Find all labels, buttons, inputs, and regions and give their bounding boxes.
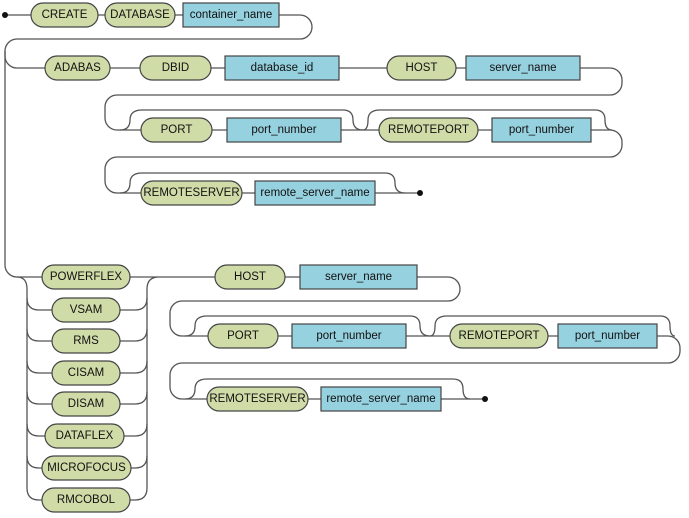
nonterminal-server-name-2: server_name <box>299 264 418 290</box>
terminal-dataflex: DATAFLEX <box>44 423 125 449</box>
nonterminal-remote-server-name: remote_server_name <box>254 180 376 206</box>
terminal-remoteport-2: REMOTEPORT <box>449 323 549 349</box>
svg-text:port_number: port_number <box>509 124 574 136</box>
syntax-diagram: CREATE DATABASE container_name ADABAS DB… <box>2 2 681 513</box>
terminal-disam: DISAM <box>51 391 121 417</box>
svg-text:HOST: HOST <box>406 62 438 74</box>
terminal-vsam: VSAM <box>51 297 121 323</box>
terminal-dbid: DBID <box>139 55 212 81</box>
terminal-remoteserver-2: REMOTESERVER <box>206 386 309 412</box>
svg-text:POWERFLEX: POWERFLEX <box>50 271 123 283</box>
terminal-rms: RMS <box>51 328 121 354</box>
svg-text:DATAFLEX: DATAFLEX <box>56 430 114 442</box>
svg-text:port_number: port_number <box>251 124 316 136</box>
nonterminal-port-number-2: port_number <box>291 323 407 349</box>
svg-text:REMOTEPORT: REMOTEPORT <box>388 124 469 136</box>
end-dot-icon <box>482 396 488 402</box>
terminal-port: PORT <box>140 117 213 143</box>
svg-text:remote_server_name: remote_server_name <box>326 393 435 405</box>
end-dot-icon <box>417 190 423 196</box>
svg-text:database_id: database_id <box>251 62 314 74</box>
terminal-adabas: ADABAS <box>44 55 111 81</box>
svg-text:PORT: PORT <box>227 330 259 342</box>
svg-text:server_name: server_name <box>325 271 392 283</box>
svg-text:RMCOBOL: RMCOBOL <box>57 494 116 506</box>
svg-text:RMS: RMS <box>73 335 99 347</box>
start-dot-icon <box>2 12 8 18</box>
svg-text:VSAM: VSAM <box>70 304 103 316</box>
terminal-remoteport: REMOTEPORT <box>378 117 479 143</box>
svg-text:port_number: port_number <box>575 330 640 342</box>
nonterminal-remoteport-number-2: port_number <box>557 323 658 349</box>
svg-text:server_name: server_name <box>489 62 556 74</box>
svg-text:CISAM: CISAM <box>68 367 104 379</box>
nonterminal-container-name: container_name <box>182 2 280 28</box>
terminal-database: DATABASE <box>104 2 176 28</box>
terminal-rmcobol: RMCOBOL <box>41 487 131 513</box>
svg-text:REMOTESERVER: REMOTESERVER <box>143 187 239 199</box>
svg-text:DBID: DBID <box>162 62 189 74</box>
terminal-port-2: PORT <box>207 323 279 349</box>
svg-text:DISAM: DISAM <box>68 398 104 410</box>
nonterminal-remote-server-name-2: remote_server_name <box>320 386 442 412</box>
svg-text:HOST: HOST <box>234 271 266 283</box>
svg-text:PORT: PORT <box>161 124 193 136</box>
svg-text:DATABASE: DATABASE <box>110 9 170 21</box>
terminal-create: CREATE <box>30 2 99 28</box>
nonterminal-port-number: port_number <box>226 117 342 143</box>
nonterminal-remoteport-number: port_number <box>491 117 592 143</box>
terminal-powerflex: POWERFLEX <box>41 264 131 290</box>
terminal-remoteserver: REMOTESERVER <box>140 180 243 206</box>
svg-text:CREATE: CREATE <box>42 9 88 21</box>
svg-text:remote_server_name: remote_server_name <box>260 187 369 199</box>
terminal-host-2: HOST <box>214 264 286 290</box>
svg-text:container_name: container_name <box>190 9 272 21</box>
terminal-cisam: CISAM <box>51 360 121 386</box>
svg-text:ADABAS: ADABAS <box>54 62 101 74</box>
nonterminal-database-id: database_id <box>224 55 340 81</box>
svg-text:REMOTESERVER: REMOTESERVER <box>209 393 305 405</box>
terminal-host: HOST <box>386 55 457 81</box>
terminal-microfocus: MICROFOCUS <box>41 455 132 481</box>
svg-text:port_number: port_number <box>316 330 381 342</box>
svg-text:REMOTEPORT: REMOTEPORT <box>459 330 540 342</box>
svg-text:MICROFOCUS: MICROFOCUS <box>47 462 126 474</box>
nonterminal-server-name: server_name <box>465 55 581 81</box>
